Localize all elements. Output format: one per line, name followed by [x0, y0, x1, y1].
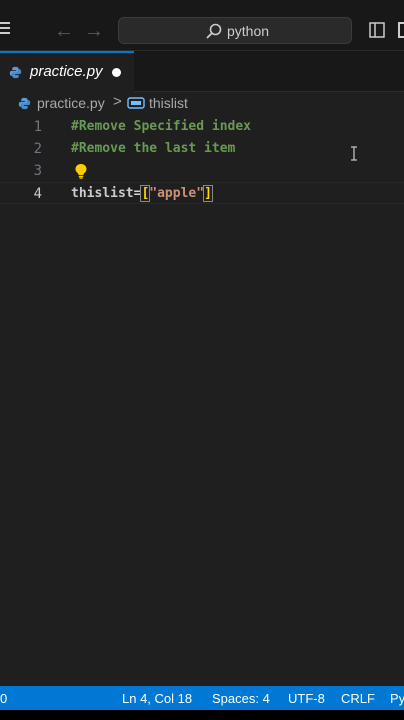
search-icon: [206, 23, 222, 39]
status-problems[interactable]: 0: [0, 691, 7, 706]
status-indentation[interactable]: Spaces: 4: [212, 691, 270, 706]
tab-bar: practice.py: [0, 51, 404, 92]
tab-practice-py[interactable]: practice.py: [0, 51, 134, 92]
lightbulb-icon[interactable]: [74, 163, 88, 179]
bottom-strip: [0, 710, 404, 720]
status-language[interactable]: Py: [390, 691, 404, 706]
forward-arrow-icon[interactable]: →: [84, 21, 104, 41]
breadcrumb: practice.py > thislist: [0, 92, 404, 116]
vscode-window: ← → python practice.py practice.py > thi…: [0, 0, 404, 720]
layout-sidebar-icon[interactable]: [369, 22, 385, 38]
status-cursor-position[interactable]: Ln 4, Col 18: [122, 691, 192, 706]
code-variable: thislist: [71, 186, 134, 201]
title-bar: ← → python: [0, 0, 404, 51]
breadcrumb-file[interactable]: practice.py: [37, 95, 105, 111]
variable-symbol-icon: [127, 97, 145, 109]
text-cursor-icon: [351, 146, 357, 161]
line-number: 1: [33, 119, 42, 135]
code-line-1[interactable]: 1 #Remove Specified index: [0, 116, 404, 138]
code-comment: #Remove Specified index: [71, 119, 252, 134]
status-line-ending[interactable]: CRLF: [341, 691, 375, 706]
status-bar: 0 Ln 4, Col 18 Spaces: 4 UTF-8 CRLF Py: [0, 686, 404, 710]
status-encoding[interactable]: UTF-8: [288, 691, 325, 706]
breadcrumb-chevron: >: [113, 93, 122, 110]
python-file-icon: [9, 66, 22, 79]
unsaved-dot-icon[interactable]: [112, 68, 121, 77]
back-arrow-icon[interactable]: ←: [54, 21, 74, 41]
code-line-3[interactable]: 3: [0, 160, 404, 182]
code-string: "apple": [149, 186, 205, 201]
python-file-icon: [18, 97, 31, 110]
code-statement: thislist=["apple"]: [71, 183, 213, 205]
code-editor[interactable]: 1 #Remove Specified index 2 #Remove the …: [0, 116, 404, 686]
line-number: 2: [33, 141, 42, 157]
code-close-bracket: ]: [203, 185, 213, 202]
layout-panel-icon[interactable]: [398, 22, 404, 38]
tab-label: practice.py: [30, 63, 103, 80]
breadcrumb-symbol[interactable]: thislist: [149, 95, 188, 111]
command-center-text: python: [227, 23, 270, 39]
line-number: 3: [33, 163, 42, 179]
code-line-4[interactable]: 4 thislist=["apple"]: [0, 182, 404, 204]
line-number: 4: [33, 186, 42, 202]
code-comment: #Remove the last item: [71, 141, 236, 156]
command-center-search[interactable]: python: [118, 17, 352, 44]
code-line-2[interactable]: 2 #Remove the last item: [0, 138, 404, 160]
hamburger-icon[interactable]: [0, 22, 10, 36]
